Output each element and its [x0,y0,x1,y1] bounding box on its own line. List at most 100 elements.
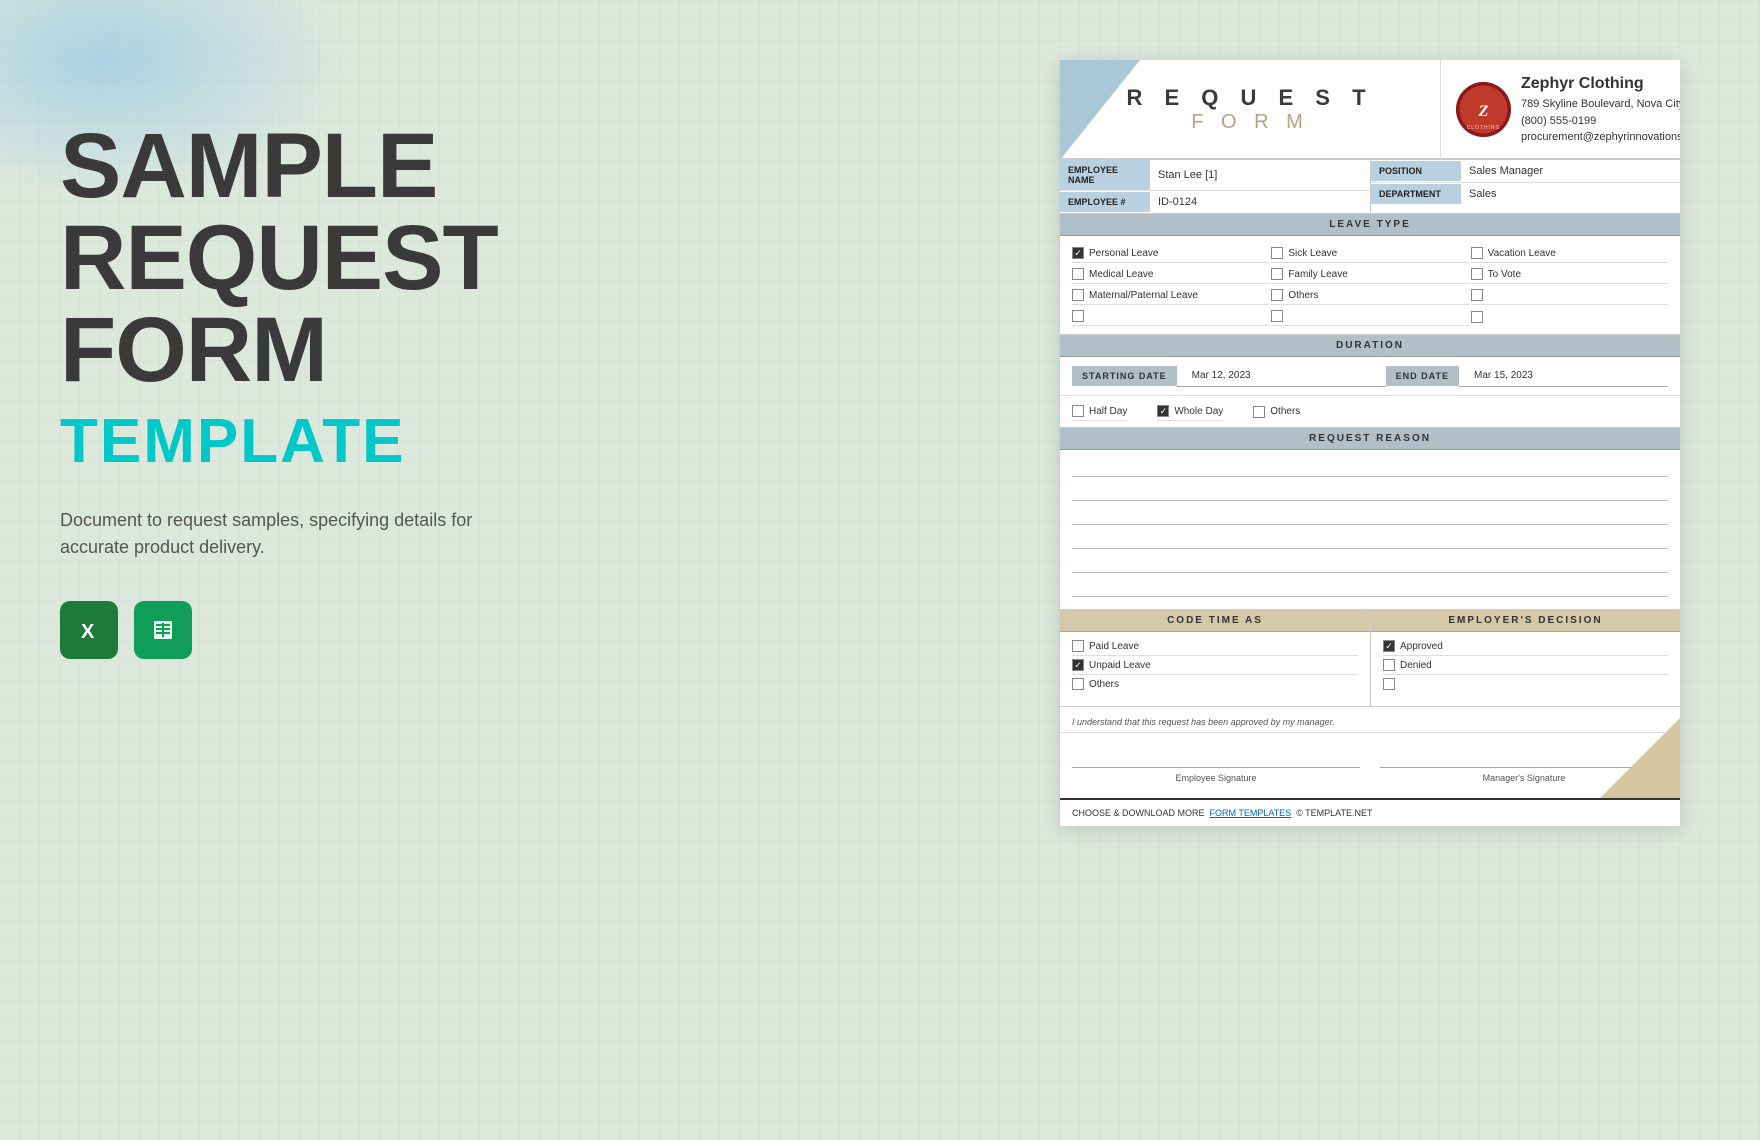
reason-line-1 [1072,455,1668,477]
starting-date-value: Mar 12, 2023 [1177,365,1386,387]
reason-line-3 [1072,503,1668,525]
leave-item-empty4 [1471,307,1668,326]
company-name: Zephyr Clothing [1521,72,1680,96]
decision-items: ✓ Approved Denied [1371,632,1680,698]
company-logo: Z CLOTHING [1456,82,1511,137]
svg-text:CLOTHING: CLOTHING [1467,125,1501,131]
company-info: Zephyr Clothing 789 Skyline Boulevard, N… [1521,72,1680,146]
leave-label-family: Family Leave [1288,269,1347,280]
decision-approved: ✓ Approved [1383,637,1668,656]
duration-halfday: Half Day [1072,402,1127,421]
footer-suffix: © TEMPLATE.NET [1296,808,1372,818]
decision-checkbox-approved[interactable]: ✓ [1383,640,1395,652]
form-title-request: R E Q U E S T [1126,85,1373,111]
code-others: Others [1072,675,1358,693]
leave-label-personal: Personal Leave [1089,248,1159,259]
leave-checkbox-sick[interactable] [1271,247,1283,259]
duration-dates-row: Starting Date Mar 12, 2023 End Date Mar … [1060,357,1680,396]
end-date-value: Mar 15, 2023 [1459,365,1668,387]
emp-name-row: EMPLOYEE NAME Stan Lee [1] [1060,160,1370,191]
request-reason-section: REQUEST REASON [1060,428,1680,610]
company-email: procurement@zephyrinnovations.com [1521,129,1680,146]
code-items: Paid Leave ✓ Unpaid Leave Others [1060,632,1370,698]
leave-checkbox-empty3[interactable] [1271,310,1283,322]
sheets-icon [134,601,192,659]
decision-checkbox-empty[interactable] [1383,678,1395,690]
form-header: R E Q U E S T F O R M Z CLOTHING Zephyr … [1060,60,1680,160]
emp-position-label: POSITION [1371,161,1461,181]
form-header-right: Z CLOTHING Zephyr Clothing 789 Skyline B… [1440,60,1680,158]
leave-label-sick: Sick Leave [1288,248,1337,259]
code-checkbox-paid[interactable] [1072,640,1084,652]
leave-checkbox-empty4[interactable] [1471,311,1483,323]
leave-label-others: Others [1288,290,1318,301]
leave-item-family: Family Leave [1271,265,1468,284]
leave-checkbox-empty2[interactable] [1072,310,1084,322]
end-date-label: End Date [1386,366,1459,386]
emp-id-row: EMPLOYEE # ID-0124 [1060,191,1370,213]
leave-item-personal: ✓ Personal Leave [1072,244,1269,263]
code-unpaid-leave: ✓ Unpaid Leave [1072,656,1358,675]
decision-empty [1383,675,1668,693]
leave-item-others: Others [1271,286,1468,305]
subtitle: TEMPLATE [60,406,680,477]
code-checkbox-others[interactable] [1072,678,1084,690]
emp-name-label: EMPLOYEE NAME [1060,160,1150,190]
decision-denied: Denied [1383,656,1668,675]
description: Document to request samples, specifying … [60,507,540,561]
leave-item-empty3 [1271,307,1468,326]
duration-checkbox-others[interactable] [1253,406,1265,418]
footer-link[interactable]: FORM TEMPLATES [1210,808,1292,818]
leave-checkbox-family[interactable] [1271,268,1283,280]
duration-checkbox-halfday[interactable] [1072,405,1084,417]
leave-checkbox-maternal[interactable] [1072,289,1084,301]
code-label-unpaid: Unpaid Leave [1089,660,1151,671]
emp-id-label: EMPLOYEE # [1060,192,1150,212]
leave-checkbox-personal[interactable]: ✓ [1072,247,1084,259]
emp-id-value: ID-0124 [1150,191,1370,213]
emp-dept-value: Sales [1461,183,1680,205]
leave-label-vote: To Vote [1488,269,1521,280]
employee-sig-line [1072,738,1360,768]
employee-position-section: POSITION Sales Manager DEPARTMENT Sales [1370,160,1680,213]
emp-position-row: POSITION Sales Manager [1371,160,1680,183]
form-title-text: R E Q U E S T F O R M [1126,85,1373,134]
app-icons-row: X [60,601,680,659]
leave-checkbox-vote[interactable] [1471,268,1483,280]
leave-item-sick: Sick Leave [1271,244,1468,263]
employee-section: EMPLOYEE NAME Stan Lee [1] EMPLOYEE # ID… [1060,160,1680,214]
duration-header: DURATION [1060,335,1680,357]
duration-checkbox-wholeday[interactable]: ✓ [1157,405,1169,417]
leave-item-empty2 [1072,307,1269,326]
duration-label-others: Others [1270,406,1300,417]
duration-label-halfday: Half Day [1089,406,1127,417]
leave-checkbox-medical[interactable] [1072,268,1084,280]
reason-lines [1060,450,1680,609]
bottom-grid: CODE TIME AS Paid Leave ✓ Unpaid Leave O… [1060,610,1680,707]
duration-label-wholeday: Whole Day [1174,406,1223,417]
leave-checkbox-empty1[interactable] [1471,289,1483,301]
leave-checkbox-vacation[interactable] [1471,247,1483,259]
employee-sig-label: Employee Signature [1072,773,1360,783]
leave-label-medical: Medical Leave [1089,269,1153,280]
duration-section: DURATION Starting Date Mar 12, 2023 End … [1060,335,1680,428]
request-reason-header: REQUEST REASON [1060,428,1680,450]
decision-label-denied: Denied [1400,660,1432,671]
leave-item-medical: Medical Leave [1072,265,1269,284]
form-header-left: R E Q U E S T F O R M [1060,60,1440,158]
employee-signature-block: Employee Signature [1072,738,1360,783]
code-label-paid: Paid Leave [1089,641,1139,652]
code-checkbox-unpaid[interactable]: ✓ [1072,659,1084,671]
excel-icon: X [60,601,118,659]
form-container: R E Q U E S T F O R M Z CLOTHING Zephyr … [1060,60,1680,826]
leave-checkbox-others[interactable] [1271,289,1283,301]
company-phone: (800) 555-0199 [1521,113,1680,130]
signatures-section: Employee Signature Manager's Signature [1060,733,1680,798]
emp-dept-row: DEPARTMENT Sales [1371,183,1680,205]
decision-checkbox-denied[interactable] [1383,659,1395,671]
code-time-section: CODE TIME AS Paid Leave ✓ Unpaid Leave O… [1060,610,1370,706]
beige-triangle-decoration [1600,718,1680,798]
employee-name-row: EMPLOYEE NAME Stan Lee [1] EMPLOYEE # ID… [1060,160,1370,213]
code-paid-leave: Paid Leave [1072,637,1358,656]
company-address: 789 Skyline Boulevard, Nova City [1521,96,1680,113]
